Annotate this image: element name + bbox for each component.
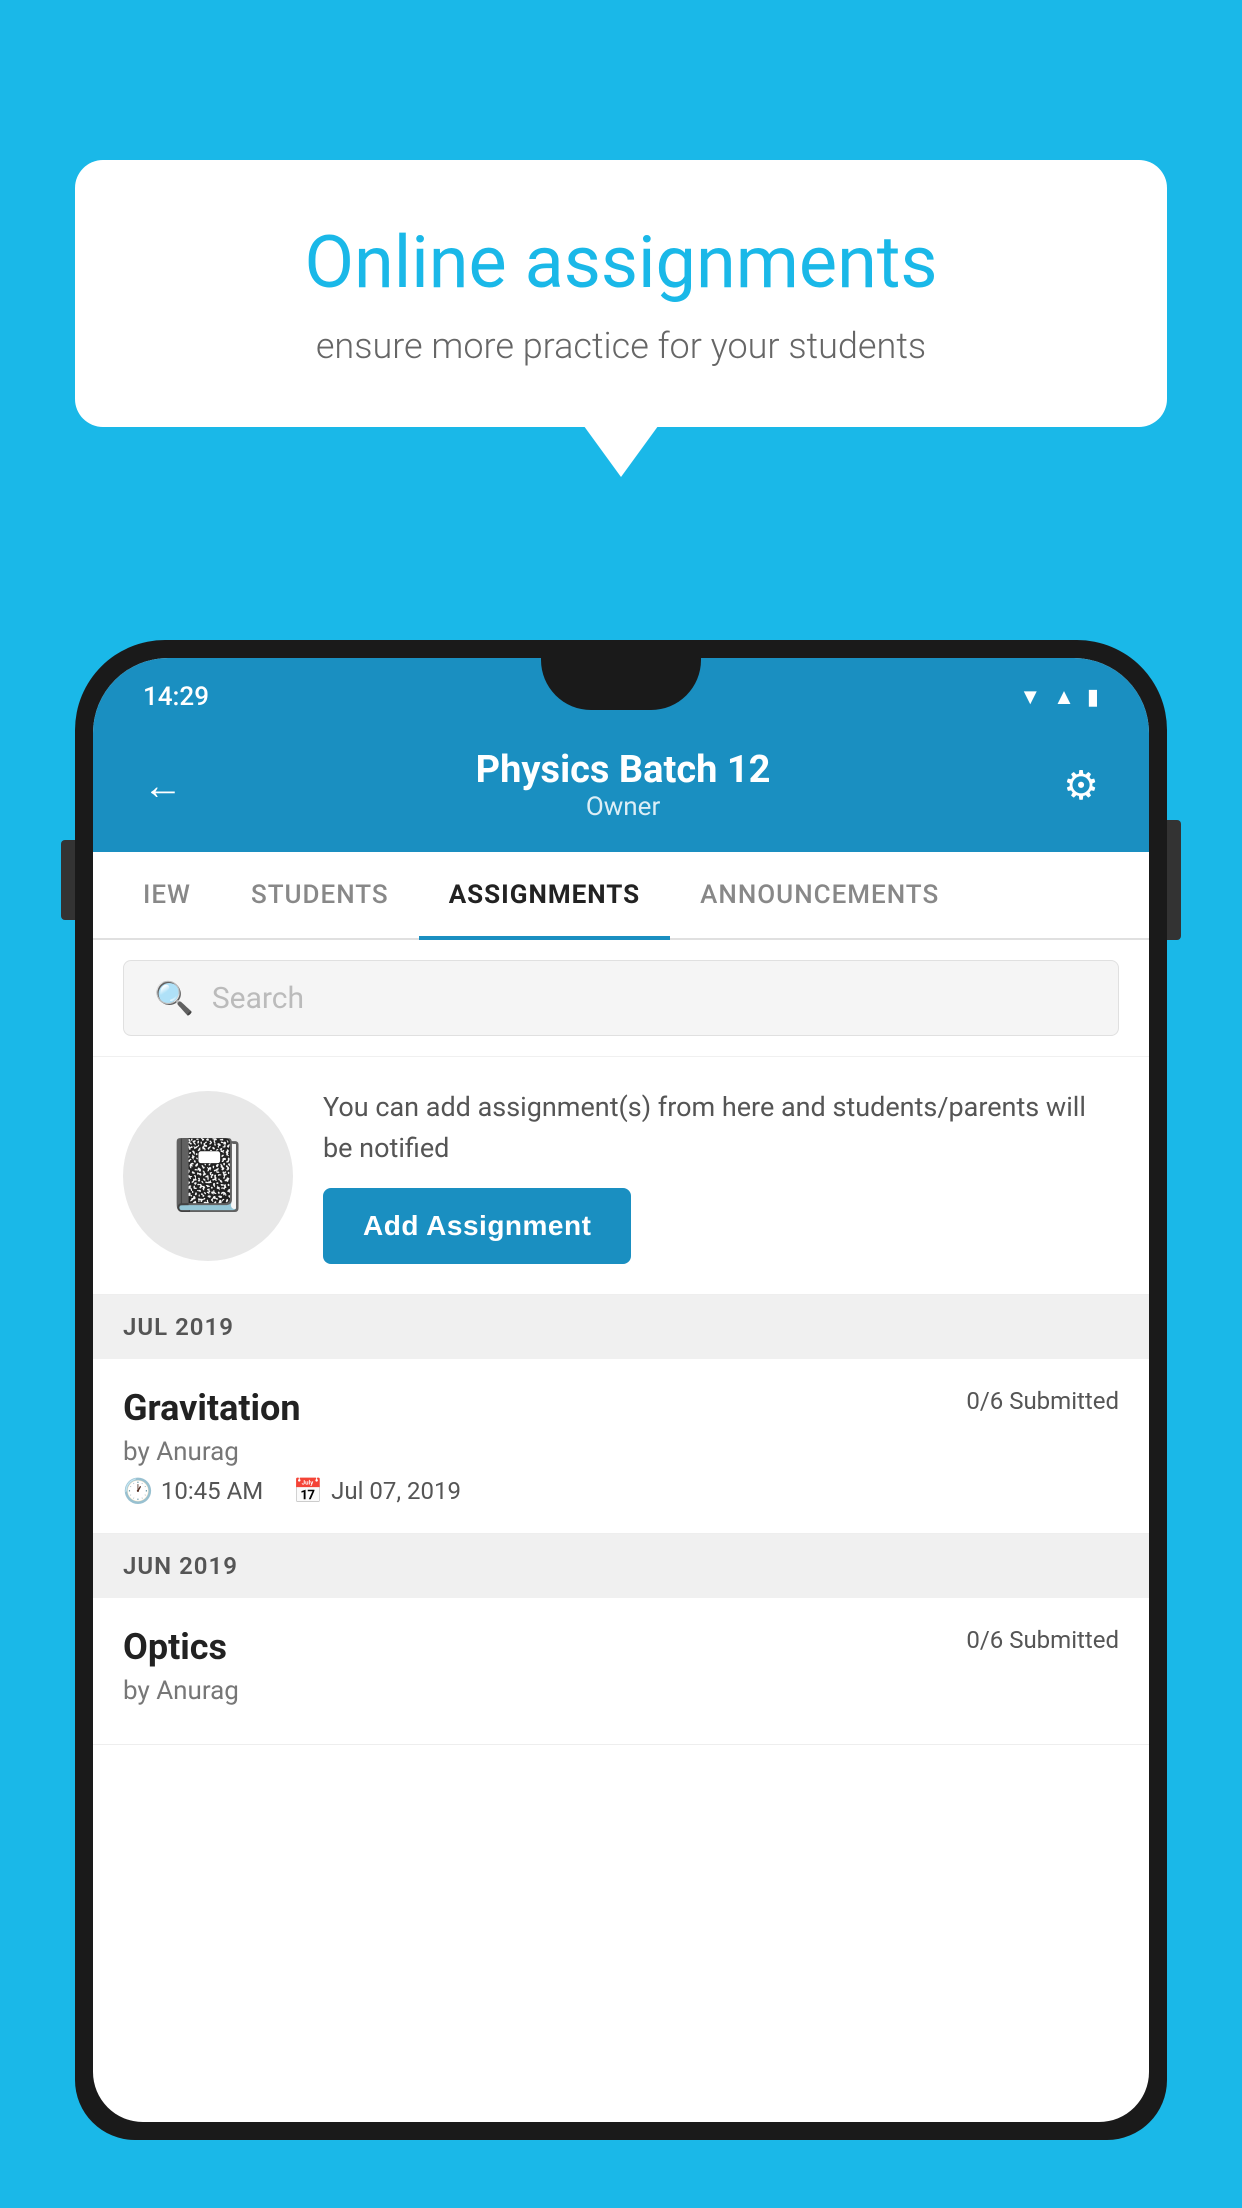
search-bar[interactable]: 🔍 Search [123, 960, 1119, 1036]
phone-notch [541, 658, 701, 710]
section-header-jun: JUN 2019 [93, 1534, 1149, 1598]
phone-container: 14:29 ▼ ▲ ▮ ← Physics Batch 12 Owner ⚙ I… [75, 640, 1167, 2208]
search-container: 🔍 Search [93, 940, 1149, 1057]
status-icons: ▼ ▲ ▮ [1019, 684, 1099, 710]
assignment-title-optics: Optics [123, 1626, 227, 1668]
assignment-title: Gravitation [123, 1387, 301, 1429]
signal-icon: ▲ [1053, 684, 1075, 710]
side-button-left [61, 840, 75, 920]
assignment-by: by Anurag [123, 1437, 1119, 1467]
speech-bubble-subtitle: ensure more practice for your students [145, 325, 1097, 367]
assignment-item-optics[interactable]: Optics 0/6 Submitted by Anurag [93, 1598, 1149, 1745]
notebook-icon: 📓 [164, 1135, 251, 1217]
info-text-area: You can add assignment(s) from here and … [323, 1087, 1119, 1264]
phone-screen: 14:29 ▼ ▲ ▮ ← Physics Batch 12 Owner ⚙ I… [93, 658, 1149, 2122]
header-title: Physics Batch 12 [476, 748, 771, 792]
assignment-by-optics: by Anurag [123, 1676, 1119, 1706]
assignment-top-row-optics: Optics 0/6 Submitted [123, 1626, 1119, 1668]
assignment-item-gravitation[interactable]: Gravitation 0/6 Submitted by Anurag 🕐 10… [93, 1359, 1149, 1534]
speech-bubble-container: Online assignments ensure more practice … [75, 160, 1167, 427]
side-button-right [1167, 820, 1181, 940]
assignment-submitted-optics: 0/6 Submitted [966, 1626, 1119, 1654]
speech-bubble: Online assignments ensure more practice … [75, 160, 1167, 427]
assignment-icon-circle: 📓 [123, 1091, 293, 1261]
settings-gear-icon[interactable]: ⚙ [1063, 762, 1099, 809]
calendar-icon: 📅 [293, 1477, 323, 1505]
phone-outer: 14:29 ▼ ▲ ▮ ← Physics Batch 12 Owner ⚙ I… [75, 640, 1167, 2140]
header-center: Physics Batch 12 Owner [476, 748, 771, 822]
assignment-meta: 🕐 10:45 AM 📅 Jul 07, 2019 [123, 1477, 1119, 1505]
header-subtitle: Owner [476, 792, 771, 822]
section-header-jul: JUL 2019 [93, 1295, 1149, 1359]
add-assignment-button[interactable]: Add Assignment [323, 1188, 631, 1264]
status-time: 14:29 [143, 682, 209, 712]
assignment-submitted: 0/6 Submitted [966, 1387, 1119, 1415]
tab-announcements[interactable]: ANNOUNCEMENTS [670, 852, 969, 938]
assignment-time: 🕐 10:45 AM [123, 1477, 263, 1505]
assignment-top-row: Gravitation 0/6 Submitted [123, 1387, 1119, 1429]
app-header: ← Physics Batch 12 Owner ⚙ [93, 728, 1149, 852]
clock-icon: 🕐 [123, 1477, 153, 1505]
tabs-container: IEW STUDENTS ASSIGNMENTS ANNOUNCEMENTS [93, 852, 1149, 940]
speech-bubble-title: Online assignments [145, 220, 1097, 305]
tab-overview[interactable]: IEW [113, 852, 221, 938]
battery-icon: ▮ [1087, 685, 1099, 710]
search-icon: 🔍 [154, 979, 194, 1017]
info-description: You can add assignment(s) from here and … [323, 1087, 1119, 1168]
back-button[interactable]: ← [143, 762, 183, 809]
info-card: 📓 You can add assignment(s) from here an… [93, 1057, 1149, 1295]
assignment-date: 📅 Jul 07, 2019 [293, 1477, 461, 1505]
tab-assignments[interactable]: ASSIGNMENTS [419, 852, 670, 938]
search-placeholder: Search [212, 981, 304, 1016]
wifi-icon: ▼ [1019, 684, 1041, 710]
tab-students[interactable]: STUDENTS [221, 852, 419, 938]
